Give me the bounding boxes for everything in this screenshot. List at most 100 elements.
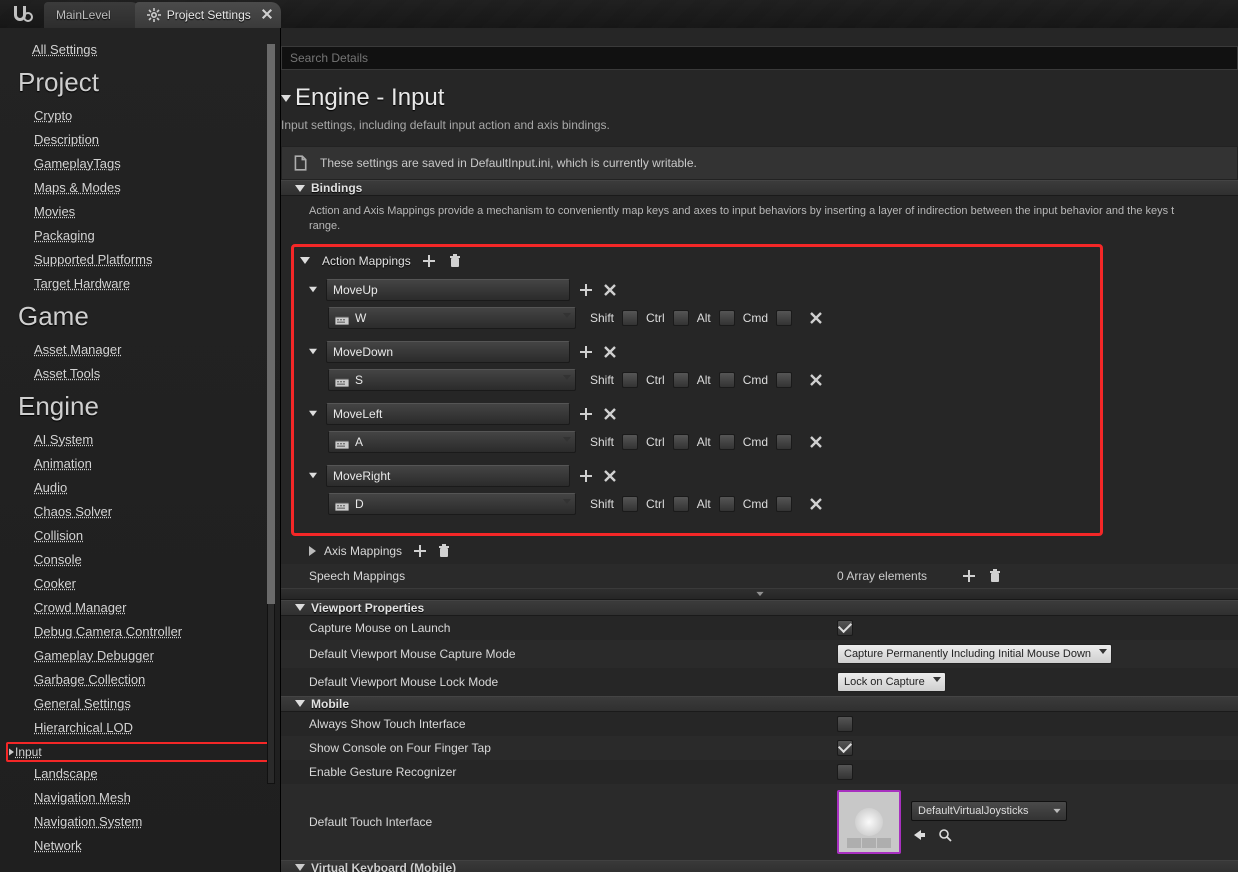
key-select[interactable]: A bbox=[328, 431, 576, 453]
tab-project-settings[interactable]: Project Settings bbox=[135, 2, 281, 28]
remove-action-button[interactable] bbox=[602, 344, 618, 360]
sidebar-item-debug-camera-controller[interactable]: Debug Camera Controller bbox=[34, 624, 262, 639]
sidebar-item-collision[interactable]: Collision bbox=[34, 528, 262, 543]
remove-action-button[interactable] bbox=[602, 468, 618, 484]
section-mobile[interactable]: Mobile bbox=[281, 696, 1238, 712]
sidebar-item-packaging[interactable]: Packaging bbox=[34, 228, 262, 243]
sidebar-item-gameplay-debugger[interactable]: Gameplay Debugger bbox=[34, 648, 262, 663]
sidebar-item-ai-system[interactable]: AI System bbox=[34, 432, 262, 447]
chevron-down-icon[interactable] bbox=[309, 349, 317, 355]
section-viewport[interactable]: Viewport Properties bbox=[281, 600, 1238, 616]
search-input[interactable] bbox=[281, 46, 1238, 70]
chevron-down-icon[interactable] bbox=[300, 257, 310, 264]
sidebar-item-crowd-manager[interactable]: Crowd Manager bbox=[34, 600, 262, 615]
chevron-down-icon[interactable] bbox=[309, 411, 317, 417]
sidebar-item-chaos-solver[interactable]: Chaos Solver bbox=[34, 504, 262, 519]
tab-level[interactable]: MainLevel bbox=[44, 2, 141, 28]
lock-mode-select[interactable]: Lock on Capture bbox=[837, 672, 946, 692]
action-name-input[interactable] bbox=[326, 465, 570, 487]
remove-key-button[interactable] bbox=[808, 310, 824, 326]
section-bindings[interactable]: Bindings bbox=[281, 180, 1238, 196]
mod-ctrl-checkbox[interactable] bbox=[673, 434, 689, 450]
sidebar-item-console[interactable]: Console bbox=[34, 552, 262, 567]
reset-asset-button[interactable] bbox=[911, 827, 927, 843]
sidebar-item-gameplaytags[interactable]: GameplayTags bbox=[34, 156, 262, 171]
mod-shift-checkbox[interactable] bbox=[622, 434, 638, 450]
sidebar-item-navigation-system[interactable]: Navigation System bbox=[34, 814, 262, 829]
add-action-mapping-button[interactable] bbox=[421, 253, 437, 269]
add-axis-mapping-button[interactable] bbox=[412, 543, 428, 559]
sidebar-item-network[interactable]: Network bbox=[34, 838, 262, 853]
touch-interface-select[interactable]: DefaultVirtualJoysticks bbox=[911, 801, 1067, 821]
chevron-right-icon[interactable] bbox=[309, 546, 316, 556]
sidebar-item-hierarchical-lod[interactable]: Hierarchical LOD bbox=[34, 720, 262, 735]
remove-key-button[interactable] bbox=[808, 434, 824, 450]
sidebar-item-input[interactable]: Input bbox=[6, 742, 270, 762]
capture-mouse-launch-checkbox[interactable] bbox=[837, 620, 853, 636]
mod-shift-checkbox[interactable] bbox=[622, 496, 638, 512]
mod-shift-checkbox[interactable] bbox=[622, 310, 638, 326]
mod-ctrl-checkbox[interactable] bbox=[673, 310, 689, 326]
add-speech-mapping-button[interactable] bbox=[961, 568, 977, 584]
clear-speech-mappings-button[interactable] bbox=[987, 568, 1003, 584]
add-key-button[interactable] bbox=[578, 282, 594, 298]
four-finger-checkbox[interactable] bbox=[837, 740, 853, 756]
action-name-input[interactable] bbox=[326, 279, 570, 301]
sidebar-item-general-settings[interactable]: General Settings bbox=[34, 696, 262, 711]
action-name-input[interactable] bbox=[326, 403, 570, 425]
key-select[interactable]: W bbox=[328, 307, 576, 329]
sidebar-item-navigation-mesh[interactable]: Navigation Mesh bbox=[34, 790, 262, 805]
capture-mode-select[interactable]: Capture Permanently Including Initial Mo… bbox=[837, 644, 1112, 664]
mod-cmd-checkbox[interactable] bbox=[776, 372, 792, 388]
expand-advanced-button[interactable] bbox=[281, 588, 1238, 600]
sidebar-item-garbage-collection[interactable]: Garbage Collection bbox=[34, 672, 262, 687]
add-key-button[interactable] bbox=[578, 344, 594, 360]
tab-settings-label: Project Settings bbox=[167, 8, 251, 22]
sidebar-item-cooker[interactable]: Cooker bbox=[34, 576, 262, 591]
mod-cmd-checkbox[interactable] bbox=[776, 434, 792, 450]
chevron-down-icon[interactable] bbox=[309, 287, 317, 293]
remove-action-button[interactable] bbox=[602, 406, 618, 422]
sidebar-item-crypto[interactable]: Crypto bbox=[34, 108, 262, 123]
key-select[interactable]: D bbox=[328, 493, 576, 515]
action-name-input[interactable] bbox=[326, 341, 570, 363]
mod-shift-checkbox[interactable] bbox=[622, 372, 638, 388]
key-select[interactable]: S bbox=[328, 369, 576, 391]
remove-key-button[interactable] bbox=[808, 496, 824, 512]
touch-interface-thumbnail[interactable] bbox=[837, 790, 901, 854]
remove-key-button[interactable] bbox=[808, 372, 824, 388]
sidebar-item-maps-modes[interactable]: Maps & Modes bbox=[34, 180, 262, 195]
mod-alt-checkbox[interactable] bbox=[719, 310, 735, 326]
sidebar-item-movies[interactable]: Movies bbox=[34, 204, 262, 219]
close-icon[interactable] bbox=[261, 8, 273, 20]
mod-ctrl-checkbox[interactable] bbox=[673, 496, 689, 512]
mod-cmd-checkbox[interactable] bbox=[776, 496, 792, 512]
clear-action-mappings-button[interactable] bbox=[447, 253, 463, 269]
sidebar-scrollbar[interactable] bbox=[264, 44, 278, 784]
sidebar-all-settings[interactable]: All Settings bbox=[32, 42, 262, 57]
add-key-button[interactable] bbox=[578, 468, 594, 484]
section-virtual-keyboard[interactable]: Virtual Keyboard (Mobile) bbox=[281, 860, 1238, 872]
browse-asset-button[interactable] bbox=[937, 827, 953, 843]
unreal-logo-icon[interactable] bbox=[0, 0, 44, 28]
sidebar-item-asset-tools[interactable]: Asset Tools bbox=[34, 366, 262, 381]
gesture-checkbox[interactable] bbox=[837, 764, 853, 780]
sidebar-item-audio[interactable]: Audio bbox=[34, 480, 262, 495]
add-key-button[interactable] bbox=[578, 406, 594, 422]
mod-alt-checkbox[interactable] bbox=[719, 496, 735, 512]
collapse-icon[interactable] bbox=[281, 95, 291, 102]
mod-cmd-checkbox[interactable] bbox=[776, 310, 792, 326]
sidebar-item-target-hardware[interactable]: Target Hardware bbox=[34, 276, 262, 291]
sidebar-item-description[interactable]: Description bbox=[34, 132, 262, 147]
remove-action-button[interactable] bbox=[602, 282, 618, 298]
clear-axis-mappings-button[interactable] bbox=[436, 543, 452, 559]
chevron-down-icon[interactable] bbox=[309, 473, 317, 479]
mod-alt-checkbox[interactable] bbox=[719, 372, 735, 388]
always-touch-checkbox[interactable] bbox=[837, 716, 853, 732]
mod-alt-checkbox[interactable] bbox=[719, 434, 735, 450]
sidebar-item-supported-platforms[interactable]: Supported Platforms bbox=[34, 252, 262, 267]
sidebar-item-animation[interactable]: Animation bbox=[34, 456, 262, 471]
sidebar-item-asset-manager[interactable]: Asset Manager bbox=[34, 342, 262, 357]
sidebar-item-landscape[interactable]: Landscape bbox=[34, 766, 262, 781]
mod-ctrl-checkbox[interactable] bbox=[673, 372, 689, 388]
